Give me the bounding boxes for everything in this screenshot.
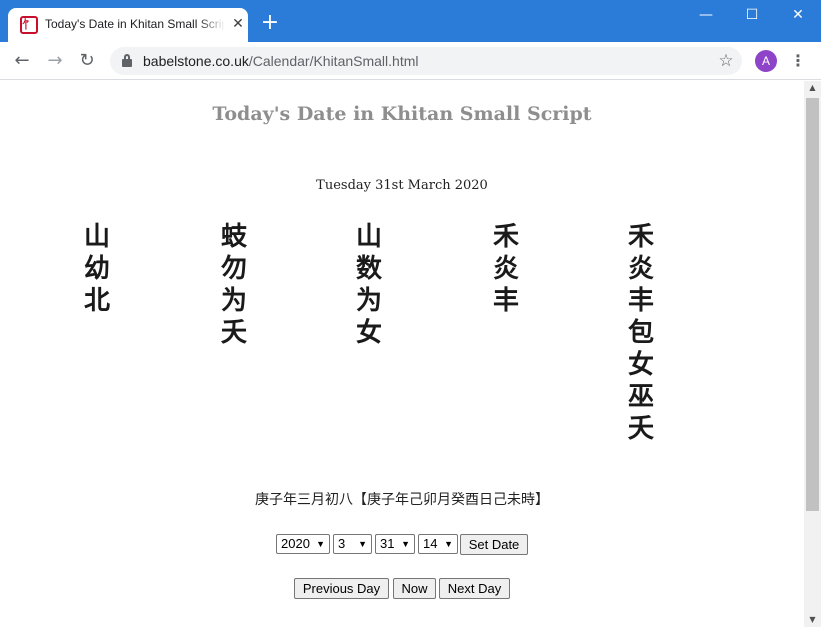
khitan-column: 禾炎丰 xyxy=(486,221,526,317)
browser-tab[interactable]: 𖿰 Today's Date in Khitan Small Script ✕ xyxy=(8,8,248,42)
khitan-glyph: 为 xyxy=(355,286,382,316)
address-bar[interactable]: babelstone.co.uk/Calendar/KhitanSmall.ht… xyxy=(110,47,742,75)
khitan-column: 禾炎丰包女巫夭 xyxy=(621,221,661,445)
forward-icon[interactable]: → xyxy=(42,48,68,74)
scroll-up-icon[interactable]: ▲ xyxy=(804,81,821,95)
khitan-glyph: 炎 xyxy=(627,254,654,284)
hour-select[interactable]: 14 ▼ xyxy=(418,534,458,554)
gregorian-date: Tuesday 31st March 2020 xyxy=(316,178,488,193)
khitan-glyph: 女 xyxy=(355,318,382,348)
day-select[interactable]: 31 ▼ xyxy=(375,534,415,554)
khitan-glyph: 勿 xyxy=(220,254,247,284)
khitan-glyph: 包 xyxy=(627,318,654,348)
hour-select-value: 14 xyxy=(423,536,438,551)
khitan-glyph: 巫 xyxy=(627,382,654,412)
vertical-scrollbar[interactable]: ▲ ▼ xyxy=(804,81,821,627)
kebab-menu-icon[interactable]: ⋮ xyxy=(788,50,808,72)
tab-close-icon[interactable]: ✕ xyxy=(230,16,246,32)
khitan-glyph: 丰 xyxy=(492,286,519,316)
page-title: Today's Date in Khitan Small Script xyxy=(212,103,592,125)
day-select-value: 31 xyxy=(380,536,395,551)
khitan-glyph: 山 xyxy=(83,222,110,252)
khitan-glyph: 夭 xyxy=(220,318,247,348)
khitan-column: 山幼北 xyxy=(77,221,117,317)
window-close-icon[interactable]: ✕ xyxy=(775,0,821,30)
khitan-glyph: 数 xyxy=(355,254,382,284)
bookmark-star-icon[interactable]: ☆ xyxy=(715,50,737,72)
khitan-glyph: 为 xyxy=(220,286,247,316)
chinese-date: 庚子年三月初八【庚子年己卯月癸酉日己未時】 xyxy=(255,492,549,508)
khitan-column: 山数为女 xyxy=(349,221,389,349)
lock-icon[interactable] xyxy=(122,54,132,67)
browser-toolbar: ← → ↻ babelstone.co.uk/Calendar/KhitanSm… xyxy=(0,42,821,80)
page-viewport: Today's Date in Khitan Small Script Tues… xyxy=(0,81,804,627)
khitan-column: 蚑勿为夭 xyxy=(214,221,254,349)
month-select[interactable]: 3 ▼ xyxy=(333,534,372,554)
year-select[interactable]: 2020 ▼ xyxy=(276,534,330,554)
khitan-glyph: 蚑 xyxy=(220,222,247,252)
tab-title: Today's Date in Khitan Small Script xyxy=(45,17,225,31)
khitan-glyph: 北 xyxy=(83,286,110,316)
minimize-icon[interactable]: — xyxy=(683,0,729,30)
khitan-glyph: 女 xyxy=(627,350,654,380)
scrollbar-thumb[interactable] xyxy=(806,98,819,511)
new-tab-icon[interactable]: + xyxy=(258,12,282,36)
dropdown-arrow-icon: ▼ xyxy=(444,539,453,549)
dropdown-arrow-icon: ▼ xyxy=(316,539,325,549)
khitan-glyph: 禾 xyxy=(627,222,654,252)
next-day-button[interactable]: Next Day xyxy=(439,578,510,599)
khitan-glyph: 炎 xyxy=(492,254,519,284)
year-select-value: 2020 xyxy=(281,536,310,551)
url-text[interactable]: babelstone.co.uk/Calendar/KhitanSmall.ht… xyxy=(143,53,419,69)
favicon-icon: 𖿰 xyxy=(20,16,38,34)
khitan-glyph: 禾 xyxy=(492,222,519,252)
khitan-glyph: 幼 xyxy=(83,254,110,284)
url-host: babelstone.co.uk xyxy=(143,53,249,69)
reload-icon[interactable]: ↻ xyxy=(74,48,100,74)
khitan-glyph: 山 xyxy=(355,222,382,252)
dropdown-arrow-icon: ▼ xyxy=(401,539,410,549)
profile-avatar[interactable]: A xyxy=(755,50,777,72)
back-icon[interactable]: ← xyxy=(9,48,35,74)
maximize-icon[interactable]: ☐ xyxy=(729,0,775,30)
scroll-down-icon[interactable]: ▼ xyxy=(804,613,821,627)
month-select-value: 3 xyxy=(338,536,346,551)
url-path: /Calendar/KhitanSmall.html xyxy=(248,53,419,69)
dropdown-arrow-icon: ▼ xyxy=(358,539,367,549)
now-button[interactable]: Now xyxy=(393,578,436,599)
browser-titlebar: 𖿰 Today's Date in Khitan Small Script ✕ … xyxy=(0,0,821,42)
previous-day-button[interactable]: Previous Day xyxy=(294,578,389,599)
khitan-glyph: 丰 xyxy=(627,286,654,316)
khitan-glyph: 夭 xyxy=(627,414,654,444)
set-date-button[interactable]: Set Date xyxy=(460,534,528,555)
